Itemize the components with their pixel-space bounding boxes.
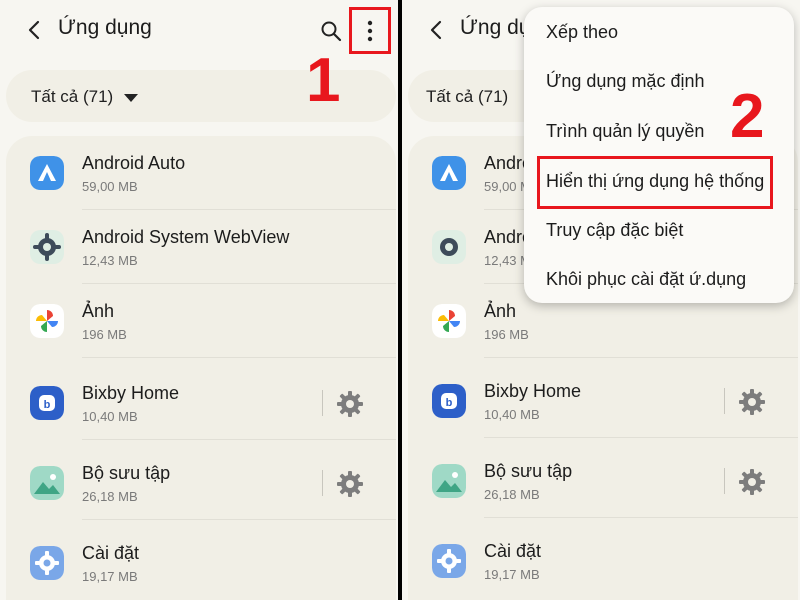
- settings-gear-icon[interactable]: [336, 470, 364, 498]
- page-title: Ứng dụ: [460, 16, 531, 39]
- menu-item-permission-manager[interactable]: Trình quản lý quyền: [546, 121, 704, 142]
- settings-gear-icon[interactable]: [336, 390, 364, 418]
- android-auto-icon: [432, 156, 466, 190]
- app-row-android-auto[interactable]: Android Auto 59,00 MB: [6, 136, 396, 210]
- app-row-bixby-home[interactable]: b Bixby Home 10,40 MB: [6, 366, 396, 440]
- webview-gear-icon: [30, 230, 64, 264]
- app-size: 10,40 MB: [484, 407, 540, 422]
- filter-label: Tất cả (71): [31, 87, 114, 106]
- settings-gear-icon[interactable]: [738, 388, 766, 416]
- gallery-icon: [30, 466, 64, 500]
- app-name: Android Auto: [82, 153, 186, 173]
- step-1-label: 1: [306, 46, 341, 115]
- separator: [724, 388, 725, 414]
- menu-item-reset-app-preferences[interactable]: Khôi phục cài đặt ứ.dụng: [546, 269, 746, 290]
- app-size: 19,17 MB: [484, 567, 540, 582]
- bixby-icon: b: [30, 386, 64, 420]
- page-title: Ứng dụng: [58, 16, 152, 39]
- svg-text:b: b: [446, 397, 453, 409]
- app-size: 12,43 MB: [82, 253, 138, 268]
- app-name: Ảnh: [82, 301, 115, 321]
- app-list: Android Auto 59,00 MB Android System Web…: [6, 136, 396, 600]
- divider: [484, 357, 798, 358]
- android-auto-icon: [30, 156, 64, 190]
- app-name: Ảnh: [484, 301, 517, 321]
- app-row-bo-suu-tap[interactable]: Bộ sưu tập 26,18 MB: [6, 446, 396, 520]
- settings-gear-icon[interactable]: [738, 468, 766, 496]
- bixby-icon: b: [432, 384, 466, 418]
- app-size: 26,18 MB: [484, 487, 540, 502]
- settings-app-icon: [432, 544, 466, 578]
- menu-item-special-access[interactable]: Truy cập đặc biệt: [546, 220, 683, 241]
- webview-gear-icon: [432, 230, 466, 264]
- app-size: 10,40 MB: [82, 409, 138, 424]
- svg-text:b: b: [44, 399, 51, 411]
- app-row-anh[interactable]: Ảnh 196 MB: [6, 284, 396, 358]
- app-size: 196 MB: [82, 327, 127, 342]
- divider: [82, 439, 396, 440]
- gallery-icon: [432, 464, 466, 498]
- app-row-android-system-webview[interactable]: Android System WebView 12,43 MB: [6, 210, 396, 284]
- app-size: 26,18 MB: [82, 489, 138, 504]
- back-arrow-icon[interactable]: [24, 18, 46, 42]
- menu-item-default-apps[interactable]: Ứng dụng mặc định: [546, 71, 704, 92]
- highlight-more-options: [349, 7, 391, 54]
- dropdown-caret-icon: [124, 94, 138, 102]
- app-name: Bộ sưu tập: [484, 461, 573, 481]
- separator: [322, 390, 323, 416]
- settings-app-icon: [30, 546, 64, 580]
- menu-item-sort-by[interactable]: Xếp theo: [546, 22, 618, 43]
- app-row-bo-suu-tap[interactable]: Bộ sưu tập 26,18 MB: [408, 444, 798, 518]
- app-row-cai-dat[interactable]: Cài đặt 19,17 MB: [6, 526, 396, 600]
- step-2-label: 2: [730, 82, 765, 151]
- highlight-show-system-apps: [537, 156, 773, 209]
- photos-pinwheel-icon: [432, 304, 466, 338]
- app-name: Bixby Home: [82, 383, 180, 403]
- app-name: Bixby Home: [484, 381, 582, 401]
- overflow-menu: Xếp theo Ứng dụng mặc định Trình quản lý…: [524, 7, 794, 303]
- app-name: Bộ sưu tập: [82, 463, 171, 483]
- app-name: Cài đặt: [82, 543, 140, 563]
- app-name: Android System WebView: [82, 227, 290, 247]
- separator: [724, 468, 725, 494]
- app-size: 19,17 MB: [82, 569, 138, 584]
- photos-pinwheel-icon: [30, 304, 64, 338]
- search-icon[interactable]: [320, 20, 342, 42]
- divider: [484, 517, 798, 518]
- app-row-cai-dat[interactable]: Cài đặt 19,17 MB: [408, 524, 798, 598]
- back-arrow-icon[interactable]: [426, 18, 448, 42]
- app-name: Cài đặt: [484, 541, 542, 561]
- divider: [82, 519, 396, 520]
- app-row-bixby-home[interactable]: b Bixby Home 10,40 MB: [408, 364, 798, 438]
- filter-label: Tất cả (71): [426, 87, 509, 106]
- divider: [484, 437, 798, 438]
- divider: [82, 357, 396, 358]
- app-size: 196 MB: [484, 327, 529, 342]
- app-size: 59,00 MB: [82, 179, 138, 194]
- separator: [322, 470, 323, 496]
